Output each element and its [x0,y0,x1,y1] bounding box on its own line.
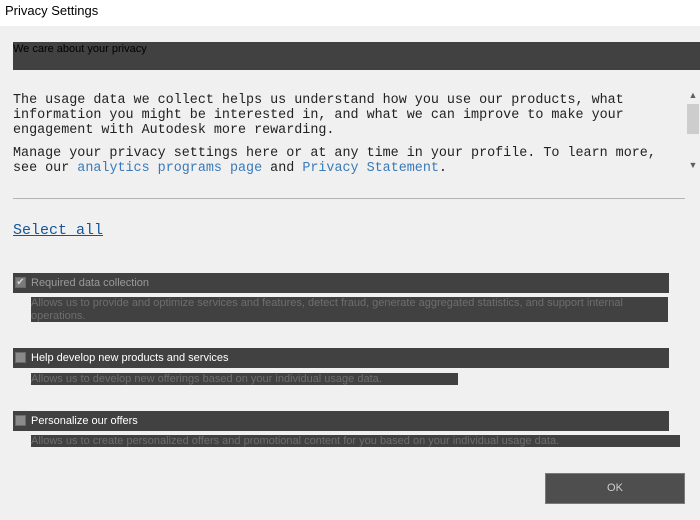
scrollbar-thumb[interactable] [687,104,699,134]
period-text: . [438,161,447,174]
option-description: Allows us to develop new offerings based… [31,373,458,385]
and-text: and [262,161,303,174]
personalize-offers-checkbox[interactable] [15,415,26,426]
vertical-scrollbar[interactable]: ▲ ▼ [686,86,700,174]
option-personalize-offers[interactable]: Personalize our offers [13,411,669,431]
option-label[interactable]: Help develop new products and services [31,352,229,364]
privacy-header-text: We care about your privacy [13,43,147,55]
option-required-data-collection: ✔ Required data collection [13,273,669,293]
arrow-up-icon[interactable]: ▲ [686,88,700,102]
option-help-develop-products[interactable]: Help develop new products and services [13,348,669,368]
ok-button[interactable]: OK [545,473,685,504]
checkmark-icon: ✔ [16,277,25,288]
privacy-description-scroll-area[interactable]: The usage data we collect helps us under… [13,93,673,174]
title-bar: Privacy Settings [0,0,700,26]
manage-settings-paragraph: Manage your privacy settings here or at … [13,146,673,174]
option-label: Required data collection [31,277,150,289]
privacy-statement-link[interactable]: Privacy Statement [302,161,439,174]
option-label[interactable]: Personalize our offers [31,415,138,427]
arrow-down-icon[interactable]: ▼ [686,158,700,172]
privacy-header: We care about your privacy [13,42,700,70]
select-all-link[interactable]: Select all [13,222,103,239]
required-data-checkbox: ✔ [15,277,26,288]
section-divider [13,198,685,199]
analytics-programs-link[interactable]: analytics programs page [77,161,262,174]
option-description: Allows us to provide and optimize servic… [31,297,668,322]
description-paragraph: The usage data we collect helps us under… [13,93,624,138]
help-develop-checkbox[interactable] [15,352,26,363]
option-description: Allows us to create personalized offers … [31,435,680,447]
window-title: Privacy Settings [5,3,99,18]
